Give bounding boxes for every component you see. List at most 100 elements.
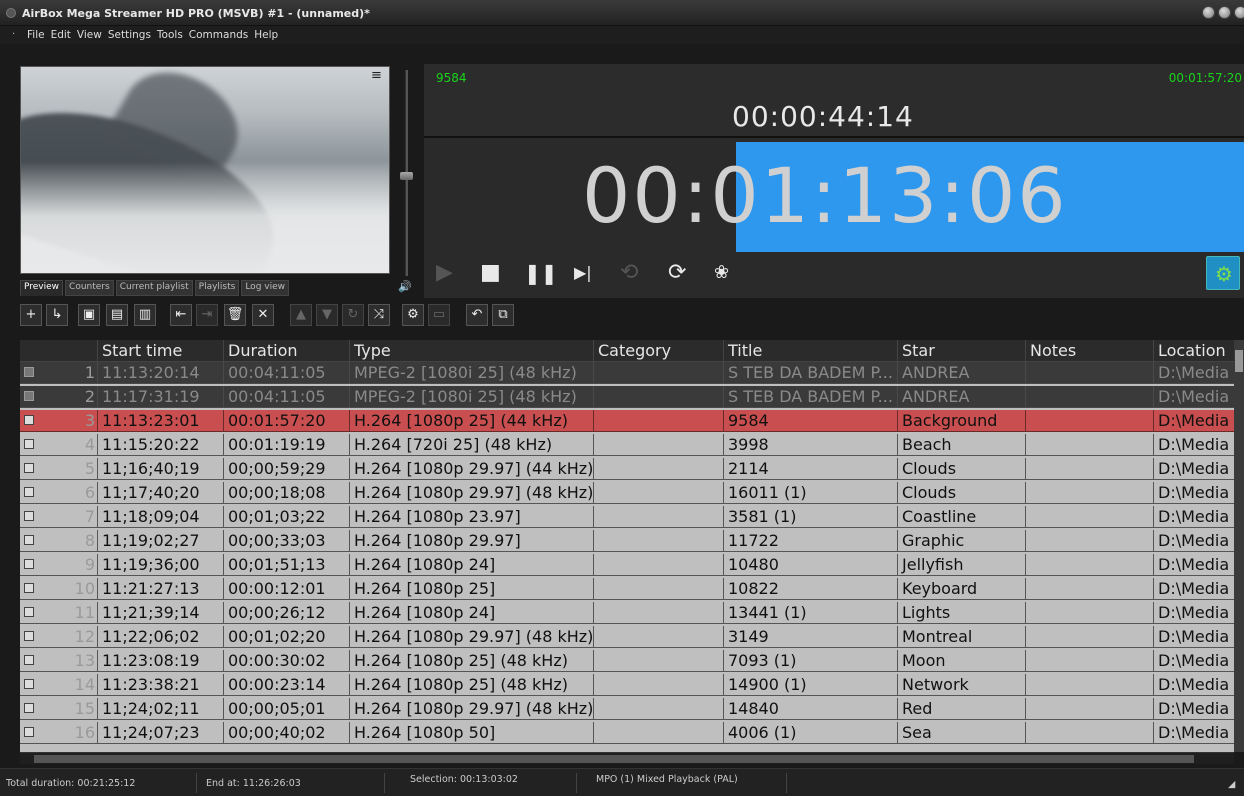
clip-status-icon[interactable] xyxy=(24,535,34,545)
clip-status-icon[interactable] xyxy=(24,415,34,425)
undo-playback-button[interactable]: ⟲ xyxy=(620,262,638,284)
loop-icon[interactable]: ↻ xyxy=(342,304,364,326)
menu-edit[interactable]: Edit xyxy=(51,29,71,41)
table-row[interactable]: 4 11:15:20:22 00:01:19:19 H.264 [720i 25] (… xyxy=(20,434,1242,456)
clip-status-icon[interactable] xyxy=(24,703,34,713)
tab-preview[interactable]: Preview xyxy=(20,280,64,296)
table-row[interactable]: 2 11:17:31:19 00:04:11:05 MPEG-2 [1080i 25]… xyxy=(20,386,1242,408)
resize-grip-icon[interactable]: ◢ xyxy=(1228,779,1235,790)
move-down-icon[interactable]: ▼ xyxy=(316,304,338,326)
tab-playlists[interactable]: Playlists xyxy=(194,280,240,296)
clip-status-icon[interactable] xyxy=(24,631,34,641)
col-duration[interactable]: Duration xyxy=(224,340,350,362)
delete-icon[interactable]: 🗑 xyxy=(224,304,246,326)
clip-status-icon[interactable] xyxy=(24,679,34,689)
menu-tools[interactable]: Tools xyxy=(157,29,183,41)
table-row[interactable]: 15 11;24;02;11 00;00;05;01 H.264 [1080p 29.… xyxy=(20,698,1242,720)
app-icon[interactable] xyxy=(6,8,16,18)
col-location[interactable]: Location xyxy=(1154,340,1242,362)
clip-status-icon[interactable] xyxy=(24,367,34,377)
clip-status-icon[interactable] xyxy=(24,559,34,569)
cell-category xyxy=(594,530,724,552)
video-preview[interactable]: ≡ xyxy=(20,66,390,274)
volume-slider[interactable] xyxy=(400,70,413,276)
settings-icon[interactable]: ⚙ xyxy=(402,304,424,326)
col-start-time[interactable]: Start time xyxy=(98,340,224,362)
table-row[interactable]: 8 11;19;02;27 00;00;33;03 H.264 [1080p 29.9… xyxy=(20,530,1242,552)
col-category[interactable]: Category xyxy=(594,340,724,362)
horizontal-scroll-thumb[interactable] xyxy=(34,755,1194,763)
menu-settings[interactable]: Settings xyxy=(108,29,151,41)
save-as-icon[interactable]: ▤ xyxy=(106,304,128,326)
table-row[interactable]: 11 11;21;39;14 00;00;26;12 H.264 [1080p 24]… xyxy=(20,602,1242,624)
undo-icon[interactable]: ↶ xyxy=(466,304,488,326)
clip-status-icon[interactable] xyxy=(24,727,34,737)
move-up-icon[interactable]: ▲ xyxy=(290,304,312,326)
redo-playback-button[interactable]: ⟳ xyxy=(668,262,686,284)
clip-status-icon[interactable] xyxy=(24,463,34,473)
table-row[interactable]: 5 11;16;40;19 00;00;59;29 H.264 [1080p 29.9… xyxy=(20,458,1242,480)
play-button[interactable]: ▶ xyxy=(436,262,453,284)
clip-status-icon[interactable] xyxy=(24,583,34,593)
screen-icon[interactable]: ▭ xyxy=(428,304,450,326)
table-row[interactable]: 7 11;18;09;04 00;01;03;22 H.264 [1080p 23.9… xyxy=(20,506,1242,528)
menu-commands[interactable]: Commands xyxy=(189,29,248,41)
table-row[interactable]: 1 11:13:20:14 00:04:11:05 MPEG-2 [1080i 25]… xyxy=(20,362,1242,384)
clip-status-icon[interactable] xyxy=(24,439,34,449)
table-row[interactable]: 3 11:13:23:01 00:01:57:20 H.264 [1080p 25] … xyxy=(20,410,1242,432)
stop-button[interactable]: ■ xyxy=(480,262,501,284)
table-header: Start time Duration Type Category Title … xyxy=(20,340,1242,362)
clip-status-icon[interactable] xyxy=(24,487,34,497)
speaker-icon[interactable]: 🔊 xyxy=(398,280,412,293)
col-notes[interactable]: Notes xyxy=(1026,340,1154,362)
next-button[interactable]: ▶| xyxy=(574,262,592,284)
move-right-icon[interactable]: ⇥ xyxy=(196,304,218,326)
close-button[interactable] xyxy=(1234,6,1244,19)
window-icon[interactable]: ⧉ xyxy=(492,304,514,326)
cell-title: S TEB DA BADEM P... xyxy=(724,362,898,384)
remove-icon[interactable]: ✕ xyxy=(252,304,274,326)
table-row[interactable]: 9 11;19;36;00 00;01;51;13 H.264 [1080p 24] 1… xyxy=(20,554,1242,576)
save-icon[interactable]: ▣ xyxy=(78,304,100,326)
col-title[interactable]: Title xyxy=(724,340,898,362)
row-index: 8 xyxy=(20,530,98,552)
table-row[interactable]: 13 11:23:08:19 00:00:30:02 H.264 [1080p 25]… xyxy=(20,650,1242,672)
table-row[interactable]: 16 11;24;07;23 00;00;40;02 H.264 [1080p 50]… xyxy=(20,722,1242,744)
table-row[interactable]: 6 11;17;40;20 00;00;18;08 H.264 [1080p 29.9… xyxy=(20,482,1242,504)
pause-button[interactable]: ❚❚ xyxy=(524,262,558,284)
cell-category xyxy=(594,554,724,576)
menu-file[interactable]: File xyxy=(27,29,45,41)
volume-thumb[interactable] xyxy=(400,172,413,180)
film-reel-button[interactable]: ❀ xyxy=(714,262,729,284)
move-left-icon[interactable]: ⇤ xyxy=(170,304,192,326)
insert-icon[interactable]: ↳ xyxy=(46,304,68,326)
cell-category xyxy=(594,506,724,528)
clip-status-icon[interactable] xyxy=(24,607,34,617)
export-icon[interactable]: ▥ xyxy=(134,304,156,326)
automation-settings-button[interactable]: ⚙ xyxy=(1206,256,1240,290)
table-horizontal-scrollbar[interactable] xyxy=(20,752,1234,764)
tab-counters[interactable]: Counters xyxy=(65,280,114,296)
preview-menu-icon[interactable]: ≡ xyxy=(371,69,383,82)
maximize-button[interactable] xyxy=(1218,6,1231,19)
clip-status-icon[interactable] xyxy=(24,655,34,665)
vertical-scroll-thumb[interactable] xyxy=(1235,350,1243,372)
table-row[interactable]: 10 11:21:27:13 00:00:12:01 H.264 [1080p 25]… xyxy=(20,578,1242,600)
shuffle-icon[interactable]: ⤨ xyxy=(368,304,390,326)
clip-status-icon[interactable] xyxy=(24,511,34,521)
clip-status-icon[interactable] xyxy=(24,391,34,401)
menu-view[interactable]: View xyxy=(77,29,102,41)
add-icon[interactable]: + xyxy=(20,304,42,326)
table-row[interactable]: 14 11:23:38:21 00:00:23:14 H.264 [1080p 25]… xyxy=(20,674,1242,696)
table-row[interactable]: 12 11;22;06;02 00;01;02;20 H.264 [1080p 29.… xyxy=(20,626,1242,648)
cell-location: D:\Media xyxy=(1154,602,1242,624)
tab-current-playlist[interactable]: Current playlist xyxy=(115,280,193,296)
col-index[interactable] xyxy=(20,340,98,362)
col-star[interactable]: Star xyxy=(898,340,1026,362)
col-type[interactable]: Type xyxy=(350,340,594,362)
cell-title: 13441 (1) xyxy=(724,602,898,624)
menu-help[interactable]: Help xyxy=(254,29,278,41)
table-vertical-scrollbar[interactable] xyxy=(1234,340,1244,752)
tab-log-view[interactable]: Log view xyxy=(241,280,289,296)
minimize-button[interactable] xyxy=(1202,6,1215,19)
